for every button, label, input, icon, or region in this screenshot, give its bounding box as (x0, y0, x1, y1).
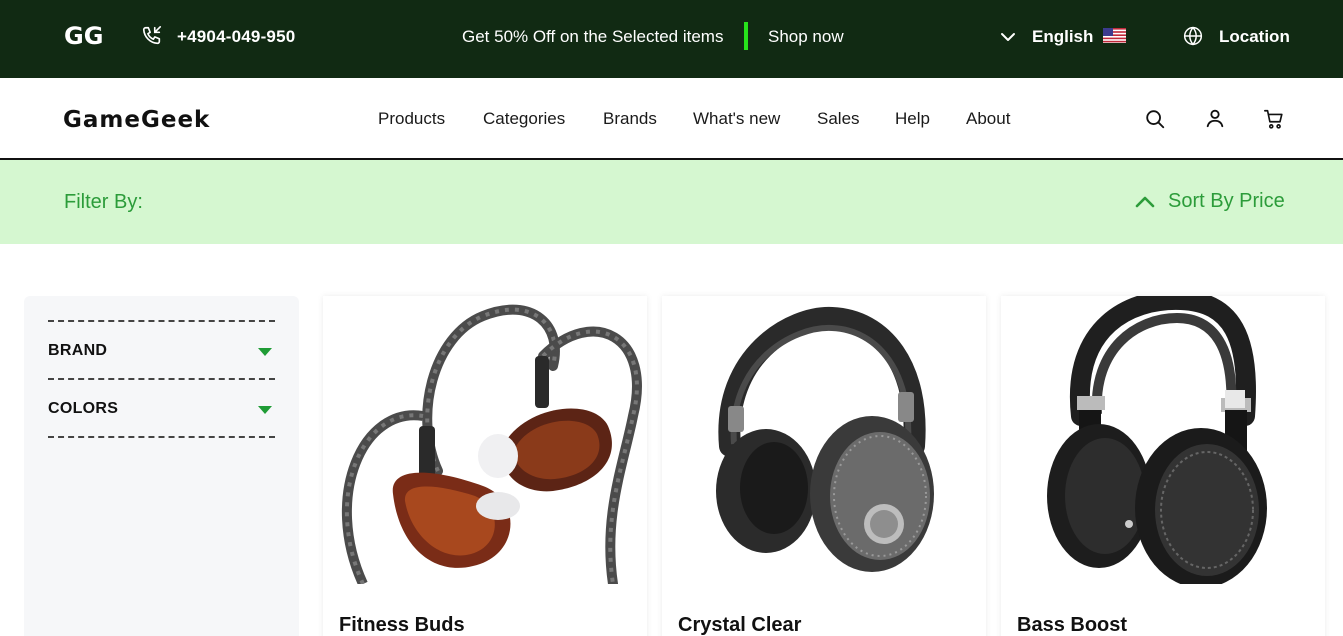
nav-whats-new[interactable]: What's new (693, 109, 780, 129)
main-header: GameGeek Products Categories Brands What… (0, 78, 1343, 160)
product-image-earbuds[interactable] (323, 296, 647, 584)
nav-about[interactable]: About (966, 109, 1010, 129)
search-icon[interactable] (1144, 108, 1166, 130)
location-link[interactable]: Location (1219, 27, 1290, 47)
filter-by-label: Filter By: (64, 191, 143, 213)
facet-divider (48, 436, 275, 438)
nav-help[interactable]: Help (895, 109, 930, 129)
gg-logo[interactable]: GG (64, 23, 110, 49)
us-flag-icon (1103, 28, 1126, 43)
chevron-down-icon[interactable] (1000, 29, 1016, 45)
product-title[interactable]: Fitness Buds (339, 614, 465, 636)
nav-brands[interactable]: Brands (603, 109, 657, 129)
chevron-up-icon (1135, 196, 1155, 207)
promo-divider (744, 22, 748, 50)
facet-colors-label: COLORS (48, 400, 119, 417)
gg-logo-text: GG (64, 23, 103, 49)
brand-logo-text: GameGeek (63, 107, 210, 132)
caret-down-icon[interactable] (258, 348, 272, 356)
facet-colors[interactable]: COLORS (48, 378, 275, 436)
nav-sales[interactable]: Sales (817, 109, 860, 129)
facet-brand[interactable]: BRAND (48, 320, 275, 378)
globe-icon (1183, 26, 1203, 46)
promo-text: Get 50% Off on the Selected items (462, 27, 724, 46)
cart-icon[interactable] (1263, 108, 1285, 130)
product-card[interactable]: Fitness Buds (323, 296, 647, 636)
product-card[interactable]: Crystal Clear (662, 296, 986, 636)
caret-down-icon[interactable] (258, 406, 272, 414)
promo-topbar: GG +4904-049-950 Get 50% Off on the Sele… (0, 0, 1343, 78)
nav-categories[interactable]: Categories (483, 109, 565, 129)
facet-brand-label: BRAND (48, 342, 108, 359)
product-image-headphones[interactable] (662, 296, 986, 584)
product-card[interactable]: Bass Boost (1001, 296, 1325, 636)
filter-sort-bar: Filter By: Sort By Price (0, 160, 1343, 244)
brand-logo[interactable]: GameGeek (63, 106, 247, 132)
nav-products[interactable]: Products (378, 109, 445, 129)
language-selector[interactable]: English (1032, 27, 1093, 47)
sort-by-price-button[interactable]: Sort By Price (1134, 190, 1285, 213)
product-image-planar-headphones[interactable] (1001, 296, 1325, 584)
phone-number[interactable]: +4904-049-950 (177, 27, 295, 47)
phone-icon (142, 26, 162, 45)
sort-by-price-label: Sort By Price (1168, 190, 1285, 212)
product-title[interactable]: Bass Boost (1017, 614, 1127, 636)
filter-sidebar: BRAND COLORS (24, 296, 299, 636)
user-icon[interactable] (1204, 107, 1226, 129)
shop-now-link[interactable]: Shop now (768, 27, 844, 47)
product-title[interactable]: Crystal Clear (678, 614, 801, 636)
